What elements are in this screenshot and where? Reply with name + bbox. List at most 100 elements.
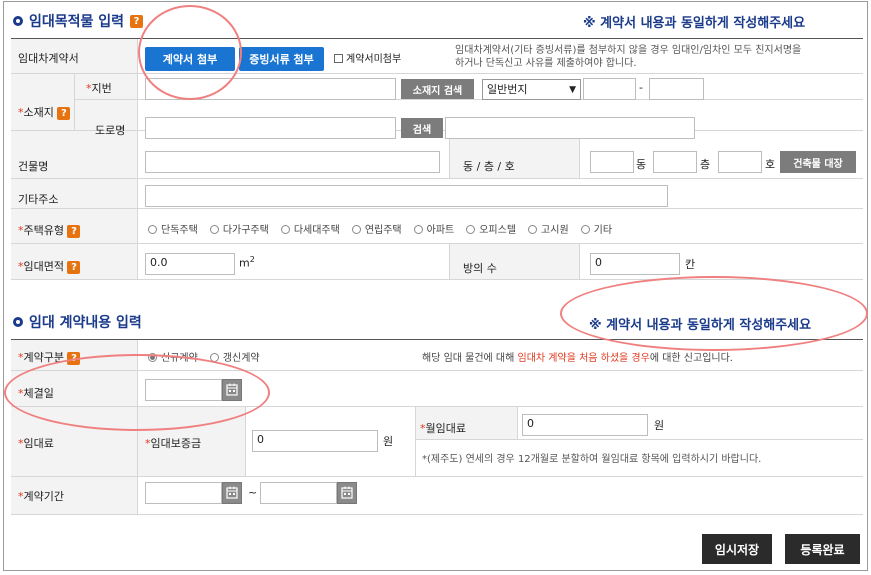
- radio-icon[interactable]: [209, 225, 219, 234]
- row-divider: [11, 476, 863, 477]
- note-text: 해당 임대 물건에 대해: [422, 353, 518, 364]
- signing-date-input[interactable]: [145, 379, 222, 401]
- checkbox-label: 계약서미첨부: [346, 54, 402, 65]
- calendar-icon[interactable]: [222, 379, 242, 401]
- radio-icon[interactable]: [209, 353, 219, 362]
- location-label: *소재지 ?: [18, 104, 71, 120]
- help-icon[interactable]: ?: [130, 14, 144, 28]
- temp-save-button[interactable]: 임시저장: [702, 534, 772, 564]
- building-name-input[interactable]: [145, 151, 440, 173]
- note-text: 에 대한 신고입니다.: [649, 353, 733, 364]
- other-address-input[interactable]: [145, 185, 668, 207]
- option-label: 다가구주택: [222, 225, 269, 236]
- contract-type-renew-option[interactable]: 갱신계약: [209, 349, 260, 364]
- section-bullet-icon: [13, 16, 23, 26]
- section-title-contract: 임대 계약내용 입력: [13, 312, 142, 332]
- radio-icon[interactable]: [528, 225, 538, 234]
- housing-type-radio-group: 단독주택 다가구주택 다세대주택 연립주택 아파트 오피스텔 고시원 기타: [148, 221, 612, 236]
- option-label: 연립주택: [364, 225, 402, 236]
- rent-label: *임대료: [18, 437, 54, 450]
- ho-input[interactable]: [718, 151, 762, 173]
- attach-contract-button[interactable]: 계약서 첨부: [145, 47, 235, 71]
- area-label-text: 임대면적: [23, 260, 64, 273]
- area-unit-text: m: [239, 256, 250, 270]
- complete-registration-button[interactable]: 등록완료: [785, 534, 860, 564]
- option-label: 기타: [593, 225, 613, 236]
- housing-type-option[interactable]: 고시원: [528, 221, 569, 236]
- dong-input[interactable]: [590, 151, 634, 173]
- checkbox-icon[interactable]: [334, 54, 343, 63]
- jibun-address-input[interactable]: [145, 78, 396, 100]
- building-ledger-button[interactable]: 건축물 대장: [780, 151, 856, 173]
- deposit-input[interactable]: 0: [252, 430, 378, 452]
- area-unit: m2: [239, 255, 255, 270]
- column-divider: [245, 407, 246, 476]
- lot-main-number-input[interactable]: [583, 78, 636, 100]
- radio-icon[interactable]: [580, 225, 590, 234]
- section-notice: ※ 계약서 내용과 동일하게 작성해주세요: [589, 318, 812, 333]
- report-form-frame: 임대목적물 입력 ? ※ 계약서 내용과 동일하게 작성해주세요 임대차계약서 …: [3, 1, 868, 571]
- area-input[interactable]: 0.0: [145, 253, 235, 275]
- housing-type-option[interactable]: 연립주택: [351, 221, 402, 236]
- radio-icon[interactable]: [466, 225, 476, 234]
- column-divider: [74, 73, 75, 130]
- lot-type-select[interactable]: 일반번지 ▼: [482, 79, 581, 100]
- floor-unit: 층: [700, 158, 711, 171]
- housing-type-option[interactable]: 아파트: [413, 221, 455, 236]
- location-search-button[interactable]: 소재지 검색: [401, 79, 474, 99]
- road-address-input[interactable]: [145, 117, 396, 139]
- contract-type-radio-group: 신규계약 갱신계약: [148, 349, 260, 364]
- attach-evidence-button[interactable]: 증빙서류 첨부: [239, 47, 324, 71]
- help-icon[interactable]: ?: [67, 225, 81, 238]
- radio-icon[interactable]: [413, 225, 423, 234]
- note-highlight: 임대차 계약을 처음 하셨을 경우: [517, 353, 650, 364]
- road-detail-input[interactable]: [445, 117, 695, 139]
- rent-label-text: 임대료: [23, 437, 54, 450]
- option-label: 단독주택: [161, 225, 198, 236]
- rooms-label: 방의 수: [463, 262, 497, 275]
- housing-type-option[interactable]: 단독주택: [148, 221, 198, 236]
- contract-type-label: *계약구분 ?: [18, 349, 81, 365]
- row-divider: [11, 370, 863, 371]
- housing-type-option[interactable]: 다세대주택: [280, 221, 340, 236]
- contract-period-label: *계약기간: [18, 490, 64, 503]
- period-start-input[interactable]: [145, 482, 222, 504]
- radio-icon[interactable]: [148, 225, 157, 234]
- housing-type-option[interactable]: 다가구주택: [209, 221, 269, 236]
- row-divider: [11, 279, 863, 280]
- rooms-input[interactable]: 0: [590, 253, 680, 275]
- radio-icon[interactable]: [351, 225, 361, 234]
- period-end-input[interactable]: [260, 482, 337, 504]
- radio-icon[interactable]: [280, 225, 290, 234]
- monthly-rent-unit: 원: [654, 419, 665, 432]
- contract-type-new-option[interactable]: 신규계약: [148, 349, 198, 364]
- option-label: 아파트: [426, 225, 455, 236]
- lot-dash: -: [639, 81, 643, 94]
- option-label: 갱신계약: [222, 353, 260, 364]
- lot-sub-number-input[interactable]: [649, 78, 704, 100]
- section-title-text: 임대 계약내용 입력: [29, 315, 142, 331]
- column-divider: [137, 39, 138, 279]
- floor-input[interactable]: [653, 151, 697, 173]
- other-address-label: 기타주소: [18, 193, 59, 206]
- contract-type-note: 해당 임대 물건에 대해 임대차 계약을 처음 하셨을 경우에 대한 신고입니다…: [422, 349, 733, 364]
- calendar-icon[interactable]: [337, 482, 357, 504]
- section-bullet-icon: [13, 317, 23, 327]
- help-icon[interactable]: ?: [57, 107, 71, 120]
- chevron-down-icon: ▼: [569, 84, 576, 95]
- radio-selected-icon[interactable]: [148, 353, 157, 362]
- monthly-rent-input[interactable]: 0: [522, 414, 648, 436]
- column-divider: [415, 407, 416, 476]
- road-search-button[interactable]: 검색: [401, 118, 443, 138]
- location-label-text: 소재지: [23, 106, 54, 119]
- table-top-border: [11, 38, 863, 39]
- help-icon[interactable]: ?: [67, 352, 81, 365]
- housing-type-option[interactable]: 기타: [580, 221, 613, 236]
- no-contract-checkbox[interactable]: 계약서미첨부: [334, 50, 401, 65]
- jibun-label: *지번: [86, 82, 112, 95]
- calendar-icon[interactable]: [222, 482, 242, 504]
- housing-type-option[interactable]: 오피스텔: [466, 221, 516, 236]
- option-label: 오피스텔: [479, 225, 517, 236]
- row-divider: [11, 243, 863, 244]
- help-icon[interactable]: ?: [67, 261, 81, 274]
